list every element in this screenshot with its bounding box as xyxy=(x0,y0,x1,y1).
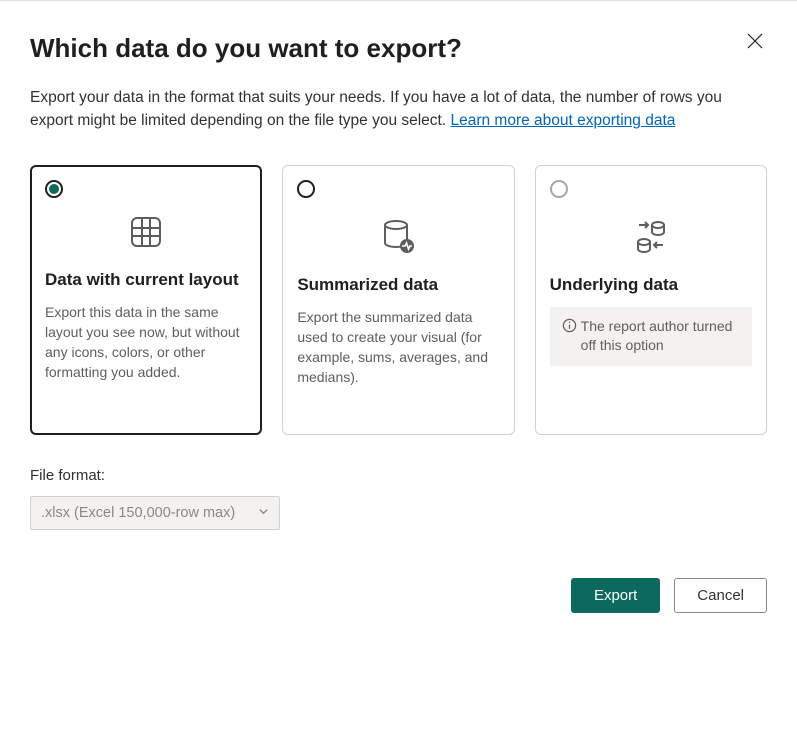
close-icon xyxy=(747,33,763,49)
option-current-layout[interactable]: Data with current layout Export this dat… xyxy=(30,165,262,435)
export-dialog: Which data do you want to export? Export… xyxy=(0,1,797,643)
export-options: Data with current layout Export this dat… xyxy=(30,165,767,435)
info-icon xyxy=(562,318,577,356)
option-title: Underlying data xyxy=(550,275,752,295)
database-pulse-icon xyxy=(297,209,499,265)
learn-more-link[interactable]: Learn more about exporting data xyxy=(450,112,675,129)
cancel-button[interactable]: Cancel xyxy=(674,578,767,613)
radio-disabled-icon xyxy=(550,180,568,198)
option-disabled-message: The report author turned off this option xyxy=(550,307,752,366)
layout-grid-icon xyxy=(45,204,247,260)
file-format-value: .xlsx (Excel 150,000-row max) xyxy=(41,505,235,521)
option-description: Export the summarized data used to creat… xyxy=(297,307,499,388)
file-format-label: File format: xyxy=(30,467,767,484)
option-title: Summarized data xyxy=(297,275,499,295)
chevron-down-icon xyxy=(258,505,269,521)
close-button[interactable] xyxy=(743,29,767,53)
export-button[interactable]: Export xyxy=(571,578,660,613)
dialog-title: Which data do you want to export? xyxy=(30,33,767,64)
radio-unselected-icon xyxy=(297,180,315,198)
dialog-footer: Export Cancel xyxy=(30,578,767,613)
database-transfer-icon xyxy=(550,209,752,265)
option-underlying: Underlying data The report author turned… xyxy=(535,165,767,435)
file-format-select: .xlsx (Excel 150,000-row max) xyxy=(30,496,280,530)
option-description: Export this data in the same layout you … xyxy=(45,302,247,383)
disabled-message-text: The report author turned off this option xyxy=(581,317,740,356)
dialog-subtitle: Export your data in the format that suit… xyxy=(30,86,767,133)
radio-selected-icon xyxy=(45,180,63,198)
option-title: Data with current layout xyxy=(45,270,247,290)
option-summarized[interactable]: Summarized data Export the summarized da… xyxy=(282,165,514,435)
